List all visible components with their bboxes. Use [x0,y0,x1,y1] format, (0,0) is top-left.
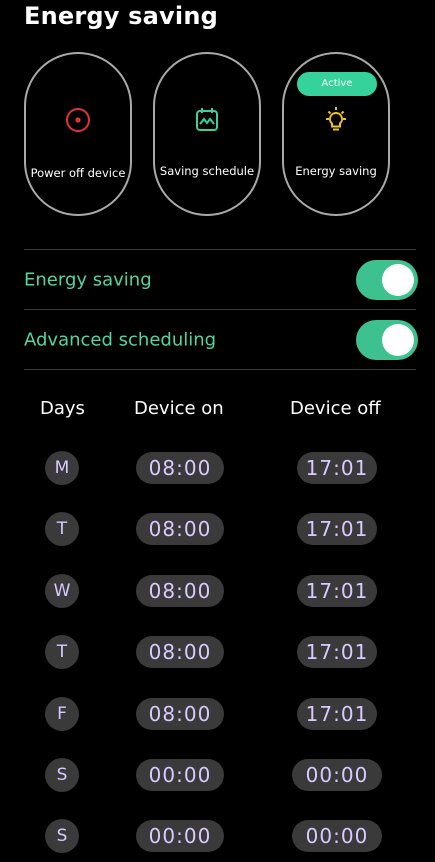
device-on-time[interactable]: 08:00 [136,575,224,607]
device-on-time[interactable]: 08:00 [136,636,224,668]
device-off-time[interactable]: 17:01 [297,636,377,668]
device-off-time[interactable]: 17:01 [297,513,377,545]
card-power-off-device[interactable]: Power off device [24,52,132,216]
day-button[interactable]: T [45,512,79,546]
lightbulb-icon [284,106,388,134]
column-header-device-on: Device on [134,398,224,419]
card-label: Power off device [30,166,126,180]
device-off-time[interactable]: 17:01 [297,452,377,484]
column-header-days: Days [40,398,85,419]
toggle-label: Advanced scheduling [24,329,217,351]
device-off-time[interactable]: 00:00 [292,820,382,852]
device-on-time[interactable]: 00:00 [136,820,224,852]
device-off-time[interactable]: 00:00 [292,759,382,791]
toggle-row-advanced-scheduling: Advanced scheduling [24,311,418,369]
calendar-wave-icon [155,106,259,134]
active-badge: Active [297,72,377,96]
device-off-time[interactable]: 17:01 [297,575,377,607]
device-on-time[interactable]: 08:00 [136,452,224,484]
energy-saving-switch[interactable] [356,260,418,300]
device-on-time[interactable]: 08:00 [136,513,224,545]
page-title: Energy saving [24,2,218,30]
toggle-row-energy-saving: Energy saving [24,251,418,309]
column-header-device-off: Device off [290,398,381,419]
device-off-time[interactable]: 17:01 [297,698,377,730]
device-on-time[interactable]: 08:00 [136,698,224,730]
advanced-scheduling-switch[interactable] [356,320,418,360]
card-label: Energy saving [295,164,377,178]
card-label: Saving schedule [159,164,255,178]
day-button[interactable]: F [45,697,79,731]
device-on-time[interactable]: 00:00 [136,759,224,791]
divider [24,369,416,370]
day-button[interactable]: M [45,451,79,485]
switch-knob [382,264,414,296]
power-target-icon [26,106,130,134]
toggle-label: Energy saving [24,269,152,291]
day-button[interactable]: S [45,819,79,853]
divider [24,249,416,250]
day-button[interactable]: T [45,635,79,669]
card-saving-schedule[interactable]: Saving schedule [153,52,261,216]
divider [24,309,416,310]
switch-knob [382,324,414,356]
day-button[interactable]: S [45,758,79,792]
card-energy-saving[interactable]: Active Energy saving [282,52,390,216]
day-button[interactable]: W [45,574,79,608]
